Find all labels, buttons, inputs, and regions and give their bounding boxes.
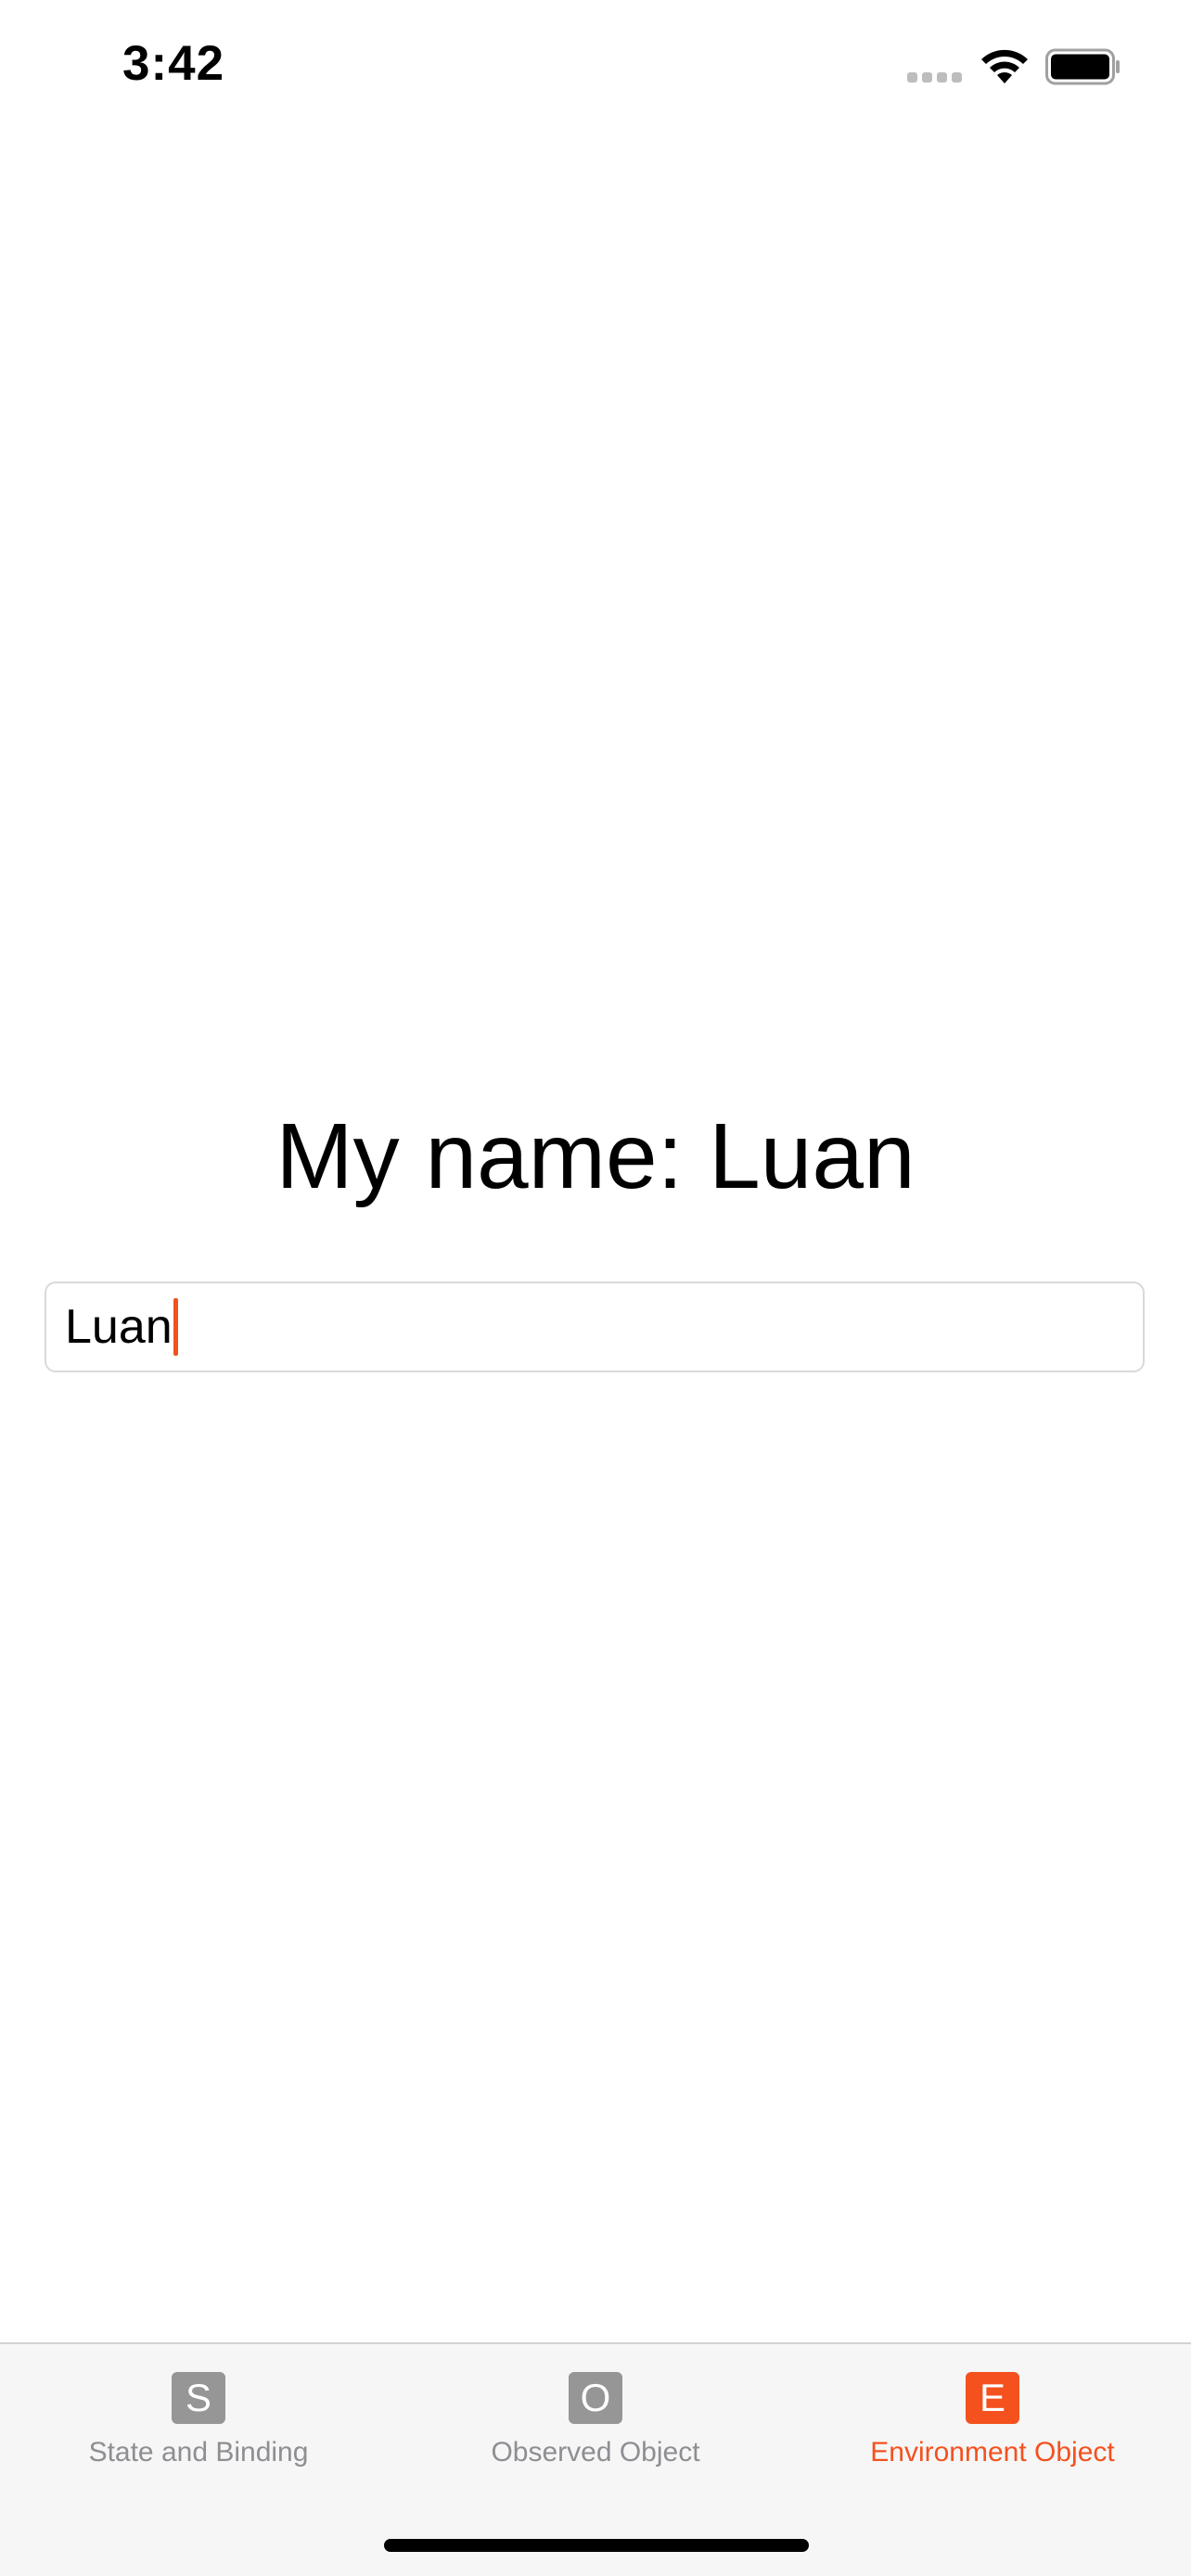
tab-environment-object[interactable]: E Environment Object (794, 2372, 1191, 2502)
text-cursor (173, 1298, 178, 1356)
battery-icon (1045, 48, 1120, 85)
home-indicator[interactable] (384, 2539, 809, 2552)
name-text-field[interactable]: Luan (45, 1282, 1145, 1372)
status-bar: 3:42 (0, 0, 1191, 139)
status-time: 3:42 (122, 36, 225, 91)
app-screen: 3:42 My name: Luan Luan S State and Bind… (0, 0, 1191, 2576)
name-field-value[interactable]: Luan (65, 1299, 173, 1355)
wifi-icon (981, 49, 1028, 83)
environment-object-tab-icon[interactable]: E (966, 2372, 1019, 2424)
tab-state-and-binding[interactable]: S State and Binding (0, 2372, 397, 2502)
cellular-signal-icon (907, 72, 963, 85)
observed-object-tab-icon[interactable]: O (569, 2372, 622, 2424)
tab-observed-object[interactable]: O Observed Object (397, 2372, 794, 2502)
name-heading: My name: Luan (275, 1104, 916, 1208)
tab-label-environment-object[interactable]: Environment Object (794, 2437, 1191, 2468)
tab-label-state-and-binding[interactable]: State and Binding (0, 2437, 397, 2468)
state-and-binding-tab-icon[interactable]: S (172, 2372, 225, 2424)
tab-label-observed-object[interactable]: Observed Object (397, 2437, 794, 2468)
